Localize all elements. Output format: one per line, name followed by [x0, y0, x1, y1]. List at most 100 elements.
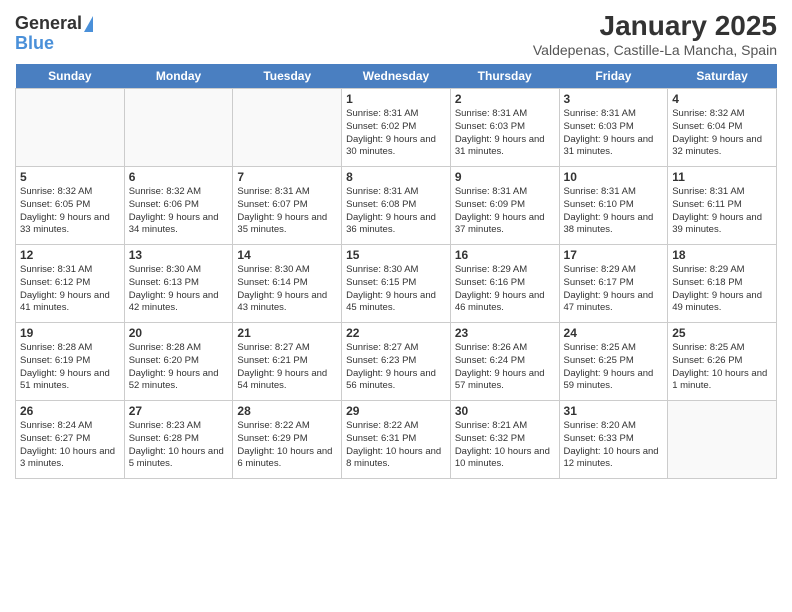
cell-content: Sunrise: 8:31 AM	[564, 108, 664, 121]
cell-content: Sunrise: 8:28 AM	[129, 342, 229, 355]
cell-content: Sunset: 6:14 PM	[237, 277, 337, 290]
calendar-cell: 31Sunrise: 8:20 AMSunset: 6:33 PMDayligh…	[559, 401, 668, 479]
cell-content: Sunrise: 8:25 AM	[672, 342, 772, 355]
calendar-cell: 23Sunrise: 8:26 AMSunset: 6:24 PMDayligh…	[450, 323, 559, 401]
cell-content: Daylight: 9 hours and 46 minutes.	[455, 290, 555, 316]
date-number: 22	[346, 326, 446, 340]
cell-content: Daylight: 9 hours and 32 minutes.	[672, 134, 772, 160]
cell-content: Sunset: 6:25 PM	[564, 355, 664, 368]
cell-content: Sunset: 6:02 PM	[346, 121, 446, 134]
date-number: 23	[455, 326, 555, 340]
calendar-cell	[16, 89, 125, 167]
cell-content: Sunrise: 8:25 AM	[564, 342, 664, 355]
calendar-cell: 3 Sunrise: 8:31 AMSunset: 6:03 PMDaylight…	[559, 89, 668, 167]
calendar-cell: 4Sunrise: 8:32 AMSunset: 6:04 PMDaylight…	[668, 89, 777, 167]
cell-content: Sunset: 6:21 PM	[237, 355, 337, 368]
cell-content: Sunset: 6:08 PM	[346, 199, 446, 212]
week-row-1: 5Sunrise: 8:32 AMSunset: 6:05 PMDaylight…	[16, 167, 777, 245]
cell-content: Sunrise: 8:31 AM	[564, 186, 664, 199]
date-number: 20	[129, 326, 229, 340]
calendar-cell: 8 Sunrise: 8:31 AMSunset: 6:08 PMDaylight…	[342, 167, 451, 245]
cell-content: Daylight: 9 hours and 33 minutes.	[20, 212, 120, 238]
date-number: 5	[20, 170, 120, 184]
cell-content: Daylight: 9 hours and 54 minutes.	[237, 368, 337, 394]
calendar-cell: 13Sunrise: 8:30 AMSunset: 6:13 PMDayligh…	[124, 245, 233, 323]
date-number: 30	[455, 404, 555, 418]
cell-content: Daylight: 10 hours and 10 minutes.	[455, 446, 555, 472]
cell-content: Sunset: 6:12 PM	[20, 277, 120, 290]
header-cell-sunday: Sunday	[16, 64, 125, 89]
calendar-cell: 27Sunrise: 8:23 AMSunset: 6:28 PMDayligh…	[124, 401, 233, 479]
calendar-cell: 9Sunrise: 8:31 AMSunset: 6:09 PMDaylight…	[450, 167, 559, 245]
date-number: 12	[20, 248, 120, 262]
calendar-cell: 30Sunrise: 8:21 AMSunset: 6:32 PMDayligh…	[450, 401, 559, 479]
cell-content: Sunset: 6:06 PM	[129, 199, 229, 212]
cell-content: Sunset: 6:03 PM	[564, 121, 664, 134]
cell-content: Daylight: 9 hours and 52 minutes.	[129, 368, 229, 394]
cell-content: Daylight: 9 hours and 43 minutes.	[237, 290, 337, 316]
date-number: 6	[129, 170, 229, 184]
cell-content: Daylight: 9 hours and 31 minutes.	[564, 134, 664, 160]
cell-content: Sunrise: 8:31 AM	[237, 186, 337, 199]
cell-content: Sunrise: 8:24 AM	[20, 420, 120, 433]
cell-content: Sunset: 6:33 PM	[564, 433, 664, 446]
cell-content: Sunset: 6:19 PM	[20, 355, 120, 368]
logo: General Blue	[15, 14, 93, 54]
page: General Blue January 2025 Valdepenas, Ca…	[0, 0, 792, 612]
date-number: 15	[346, 248, 446, 262]
date-number: 24	[564, 326, 664, 340]
date-number: 28	[237, 404, 337, 418]
cell-content: Daylight: 9 hours and 36 minutes.	[346, 212, 446, 238]
cell-content: Sunrise: 8:20 AM	[564, 420, 664, 433]
cell-content: Daylight: 9 hours and 59 minutes.	[564, 368, 664, 394]
cell-content: Sunset: 6:11 PM	[672, 199, 772, 212]
cell-content: Sunset: 6:23 PM	[346, 355, 446, 368]
cell-content: Daylight: 9 hours and 35 minutes.	[237, 212, 337, 238]
cell-content: Sunset: 6:04 PM	[672, 121, 772, 134]
cell-content: Daylight: 10 hours and 3 minutes.	[20, 446, 120, 472]
cell-content: Sunset: 6:26 PM	[672, 355, 772, 368]
calendar-header-row: SundayMondayTuesdayWednesdayThursdayFrid…	[16, 64, 777, 89]
calendar-cell: 5Sunrise: 8:32 AMSunset: 6:05 PMDaylight…	[16, 167, 125, 245]
cell-content: Daylight: 9 hours and 57 minutes.	[455, 368, 555, 394]
date-number: 8	[346, 170, 446, 184]
week-row-0: 1Sunrise: 8:31 AMSunset: 6:02 PMDaylight…	[16, 89, 777, 167]
cell-content: Sunset: 6:09 PM	[455, 199, 555, 212]
date-number: 2	[455, 92, 555, 106]
calendar-table: SundayMondayTuesdayWednesdayThursdayFrid…	[15, 64, 777, 479]
cell-content: Sunset: 6:07 PM	[237, 199, 337, 212]
calendar-cell: 11Sunrise: 8:31 AMSunset: 6:11 PMDayligh…	[668, 167, 777, 245]
date-number: 13	[129, 248, 229, 262]
cell-content: Sunrise: 8:27 AM	[237, 342, 337, 355]
date-number: 3	[564, 92, 664, 106]
week-row-3: 19Sunrise: 8:28 AMSunset: 6:19 PMDayligh…	[16, 323, 777, 401]
cell-content: Sunrise: 8:31 AM	[346, 186, 446, 199]
calendar-cell: 17Sunrise: 8:29 AMSunset: 6:17 PMDayligh…	[559, 245, 668, 323]
cell-content: Sunrise: 8:28 AM	[20, 342, 120, 355]
cell-content: Sunset: 6:28 PM	[129, 433, 229, 446]
calendar-cell: 7 Sunrise: 8:31 AMSunset: 6:07 PMDaylight…	[233, 167, 342, 245]
cell-content: Daylight: 9 hours and 42 minutes.	[129, 290, 229, 316]
calendar-cell: 6Sunrise: 8:32 AMSunset: 6:06 PMDaylight…	[124, 167, 233, 245]
header-cell-friday: Friday	[559, 64, 668, 89]
date-number: 25	[672, 326, 772, 340]
calendar-cell: 18Sunrise: 8:29 AMSunset: 6:18 PMDayligh…	[668, 245, 777, 323]
cell-content: Sunset: 6:20 PM	[129, 355, 229, 368]
cell-content: Sunrise: 8:30 AM	[346, 264, 446, 277]
cell-content: Daylight: 9 hours and 49 minutes.	[672, 290, 772, 316]
cell-content: Sunset: 6:10 PM	[564, 199, 664, 212]
calendar-cell	[124, 89, 233, 167]
header-cell-saturday: Saturday	[668, 64, 777, 89]
date-number: 19	[20, 326, 120, 340]
cell-content: Sunset: 6:24 PM	[455, 355, 555, 368]
cell-content: Daylight: 10 hours and 1 minute.	[672, 368, 772, 394]
cell-content: Sunrise: 8:31 AM	[346, 108, 446, 121]
cell-content: Sunrise: 8:29 AM	[455, 264, 555, 277]
calendar-cell: 22Sunrise: 8:27 AMSunset: 6:23 PMDayligh…	[342, 323, 451, 401]
date-number: 4	[672, 92, 772, 106]
calendar-cell	[233, 89, 342, 167]
cell-content: Daylight: 10 hours and 5 minutes.	[129, 446, 229, 472]
logo-icon	[84, 16, 93, 32]
week-row-4: 26Sunrise: 8:24 AMSunset: 6:27 PMDayligh…	[16, 401, 777, 479]
date-number: 7	[237, 170, 337, 184]
